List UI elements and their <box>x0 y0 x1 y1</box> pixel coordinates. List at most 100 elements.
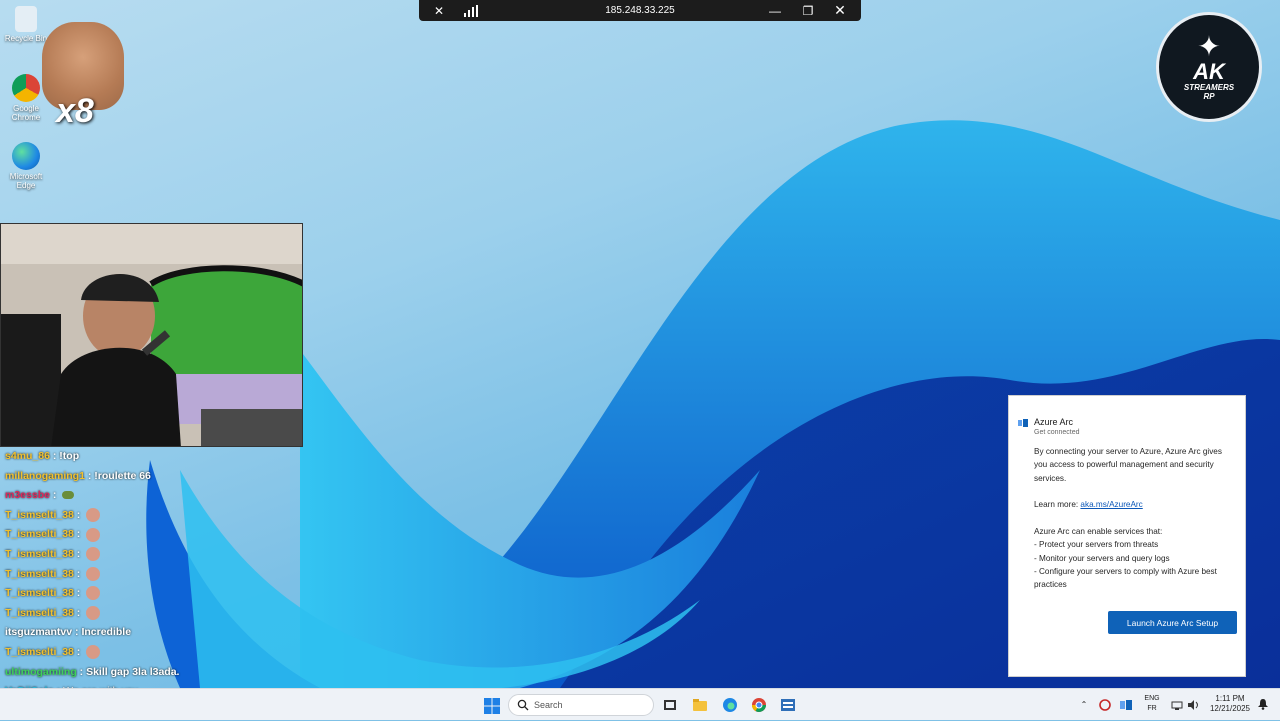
edge-icon <box>12 142 40 170</box>
service-item: - Monitor your servers and query logs <box>1034 554 1170 563</box>
chat-message: T_ismselti_38 : <box>0 604 310 624</box>
task-view-icon[interactable] <box>662 697 678 713</box>
recycle-bin-icon <box>15 6 37 32</box>
file-explorer-icon[interactable] <box>692 697 708 713</box>
face-emote-icon <box>86 586 101 601</box>
chat-message: s4mu_86 : !top <box>0 447 310 467</box>
chat-message: m3essbe : <box>0 486 310 506</box>
face-emote-icon <box>86 605 101 620</box>
service-item: - Configure your servers to comply with … <box>1034 567 1217 590</box>
chat-username: itsguzmantvv <box>5 626 73 639</box>
chat-username: T_ismselti_38 <box>5 547 74 560</box>
chat-separator: : <box>73 606 84 619</box>
chrome-icon[interactable] <box>751 697 767 713</box>
chat-message: T_ismselti_38 : <box>0 565 310 585</box>
popup-description: By connecting your server to Azure, Azur… <box>1034 447 1222 483</box>
clock-time: 1:11 PM <box>1215 694 1245 703</box>
chat-separator: : <box>49 489 60 502</box>
edge-icon[interactable] <box>722 697 738 713</box>
chat-text: Skill gap 3la l3ada. <box>86 665 180 678</box>
face-emote-icon <box>86 547 101 562</box>
close-button[interactable]: ✕ <box>828 0 852 21</box>
remote-host-address: 185.248.33.225 <box>605 5 675 16</box>
chat-text: Incredible <box>81 626 132 639</box>
chat-message: T_ismselti_38 : <box>0 545 310 565</box>
chat-separator: : <box>73 547 84 560</box>
keyboard-layout-code: FR <box>1147 705 1157 712</box>
chat-message: millanogaming1 : !roulette 66 <box>0 467 310 487</box>
search-placeholder: Search <box>534 700 563 710</box>
chat-username: millanogaming1 <box>5 469 85 482</box>
chat-message: T_ismselti_38 : <box>0 506 310 526</box>
tray-app-icon[interactable] <box>1098 689 1112 720</box>
chat-username: s4mu_86 <box>5 450 50 462</box>
clock-date: 12/21/2025 <box>1209 704 1251 713</box>
language-code: ENG <box>1144 695 1160 702</box>
services-intro: Azure Arc can enable services that: <box>1034 527 1163 536</box>
chat-separator: : <box>73 645 84 658</box>
learn-more-label: Learn more: <box>1034 500 1081 509</box>
chat-separator: : <box>84 469 95 482</box>
show-hidden-icons-chevron-icon[interactable]: ⌃ <box>1077 689 1091 720</box>
service-item: - Protect your servers from threats <box>1034 540 1159 549</box>
chat-username: T_ismselti_38 <box>5 645 74 658</box>
chat-message: T_ismselti_38 : <box>0 584 310 604</box>
taskbar: Search ⌃ ENG FR 1:11 PM 12/21/2025 <box>0 688 1280 720</box>
face-emote-icon <box>86 645 101 660</box>
desktop-icon-label: Microsoft Edge <box>9 172 43 190</box>
face-sticker-overlay: x8 <box>36 22 126 130</box>
server-manager-icon[interactable] <box>780 697 796 713</box>
logo-text-sub: STREAMERS <box>1183 83 1235 92</box>
face-emote-icon <box>86 508 101 522</box>
minimize-button[interactable]: — <box>763 0 787 21</box>
chat-username: ultimogamiing <box>5 665 77 678</box>
chat-message: ultimogamiing : Skill gap 3la l3ada. <box>0 663 310 683</box>
chat-username: T_ismselti_38 <box>5 528 74 541</box>
popup-subtitle: Get connected <box>1034 429 1080 436</box>
stream-chat: s4mu_86 : !top millanogaming1 : !roulett… <box>0 447 310 721</box>
webcam-feed <box>0 223 303 447</box>
chat-separator: : <box>76 665 87 678</box>
chat-message: T_ismselti_38 : <box>0 525 310 545</box>
chat-username: T_ismselti_38 <box>5 587 74 600</box>
chat-username: T_ismselti_38 <box>5 606 74 619</box>
chat-separator: : <box>73 567 84 580</box>
windows-start-icon[interactable] <box>484 698 500 714</box>
azure-arc-icon <box>1018 419 1028 427</box>
azure-arc-popup: Azure Arc Get connected By connecting yo… <box>1008 395 1246 677</box>
chat-separator: : <box>49 450 60 462</box>
chat-separator: : <box>73 528 84 541</box>
chat-text: !top <box>59 450 80 462</box>
desktop-icon-microsoft-edge[interactable]: Microsoft Edge <box>0 142 52 190</box>
webcam-image <box>1 224 302 446</box>
search-icon <box>517 699 529 711</box>
logo-text-main: AK <box>1193 59 1225 84</box>
eagle-icon: ✦ <box>1197 31 1221 62</box>
chat-separator: : <box>73 587 84 600</box>
popup-title: Azure Arc <box>1034 417 1074 427</box>
system-clock[interactable]: 1:11 PM 12/21/2025 <box>1204 694 1256 714</box>
chat-username: m3essbe <box>5 489 50 502</box>
volume-icon[interactable] <box>1186 689 1200 720</box>
restore-button[interactable]: ❐ <box>796 0 820 21</box>
chat-text: !roulette 66 <box>94 469 151 482</box>
launch-azure-arc-setup-button[interactable]: Launch Azure Arc Setup <box>1108 611 1237 634</box>
chat-username: T_ismselti_38 <box>5 508 74 521</box>
notification-bell-icon[interactable] <box>1256 689 1270 720</box>
remote-connection-bar: ✕ 185.248.33.225 — ❐ ✕ <box>419 0 861 21</box>
frog-emote-icon <box>62 491 75 500</box>
chat-message: itsguzmantvv : Incredible <box>0 623 310 643</box>
azure-arc-tray-icon[interactable] <box>1119 689 1133 720</box>
chat-message: T_ismselti_38 : <box>0 643 310 663</box>
chat-username: T_ismselti_38 <box>5 567 74 580</box>
network-icon[interactable] <box>1170 689 1184 720</box>
face-emote-icon <box>86 527 101 542</box>
popup-learn-more: Learn more: aka.ms/AzureArc <box>1034 498 1234 511</box>
multiplier-label: x8 <box>56 92 94 130</box>
logo-text-sub2: RP <box>1203 92 1215 101</box>
taskbar-search-box[interactable]: Search <box>508 694 654 716</box>
input-language-indicator[interactable]: ENG FR <box>1142 694 1162 714</box>
learn-more-link[interactable]: aka.ms/AzureArc <box>1080 500 1142 509</box>
chat-separator: : <box>73 508 84 521</box>
face-emote-icon <box>86 566 101 581</box>
